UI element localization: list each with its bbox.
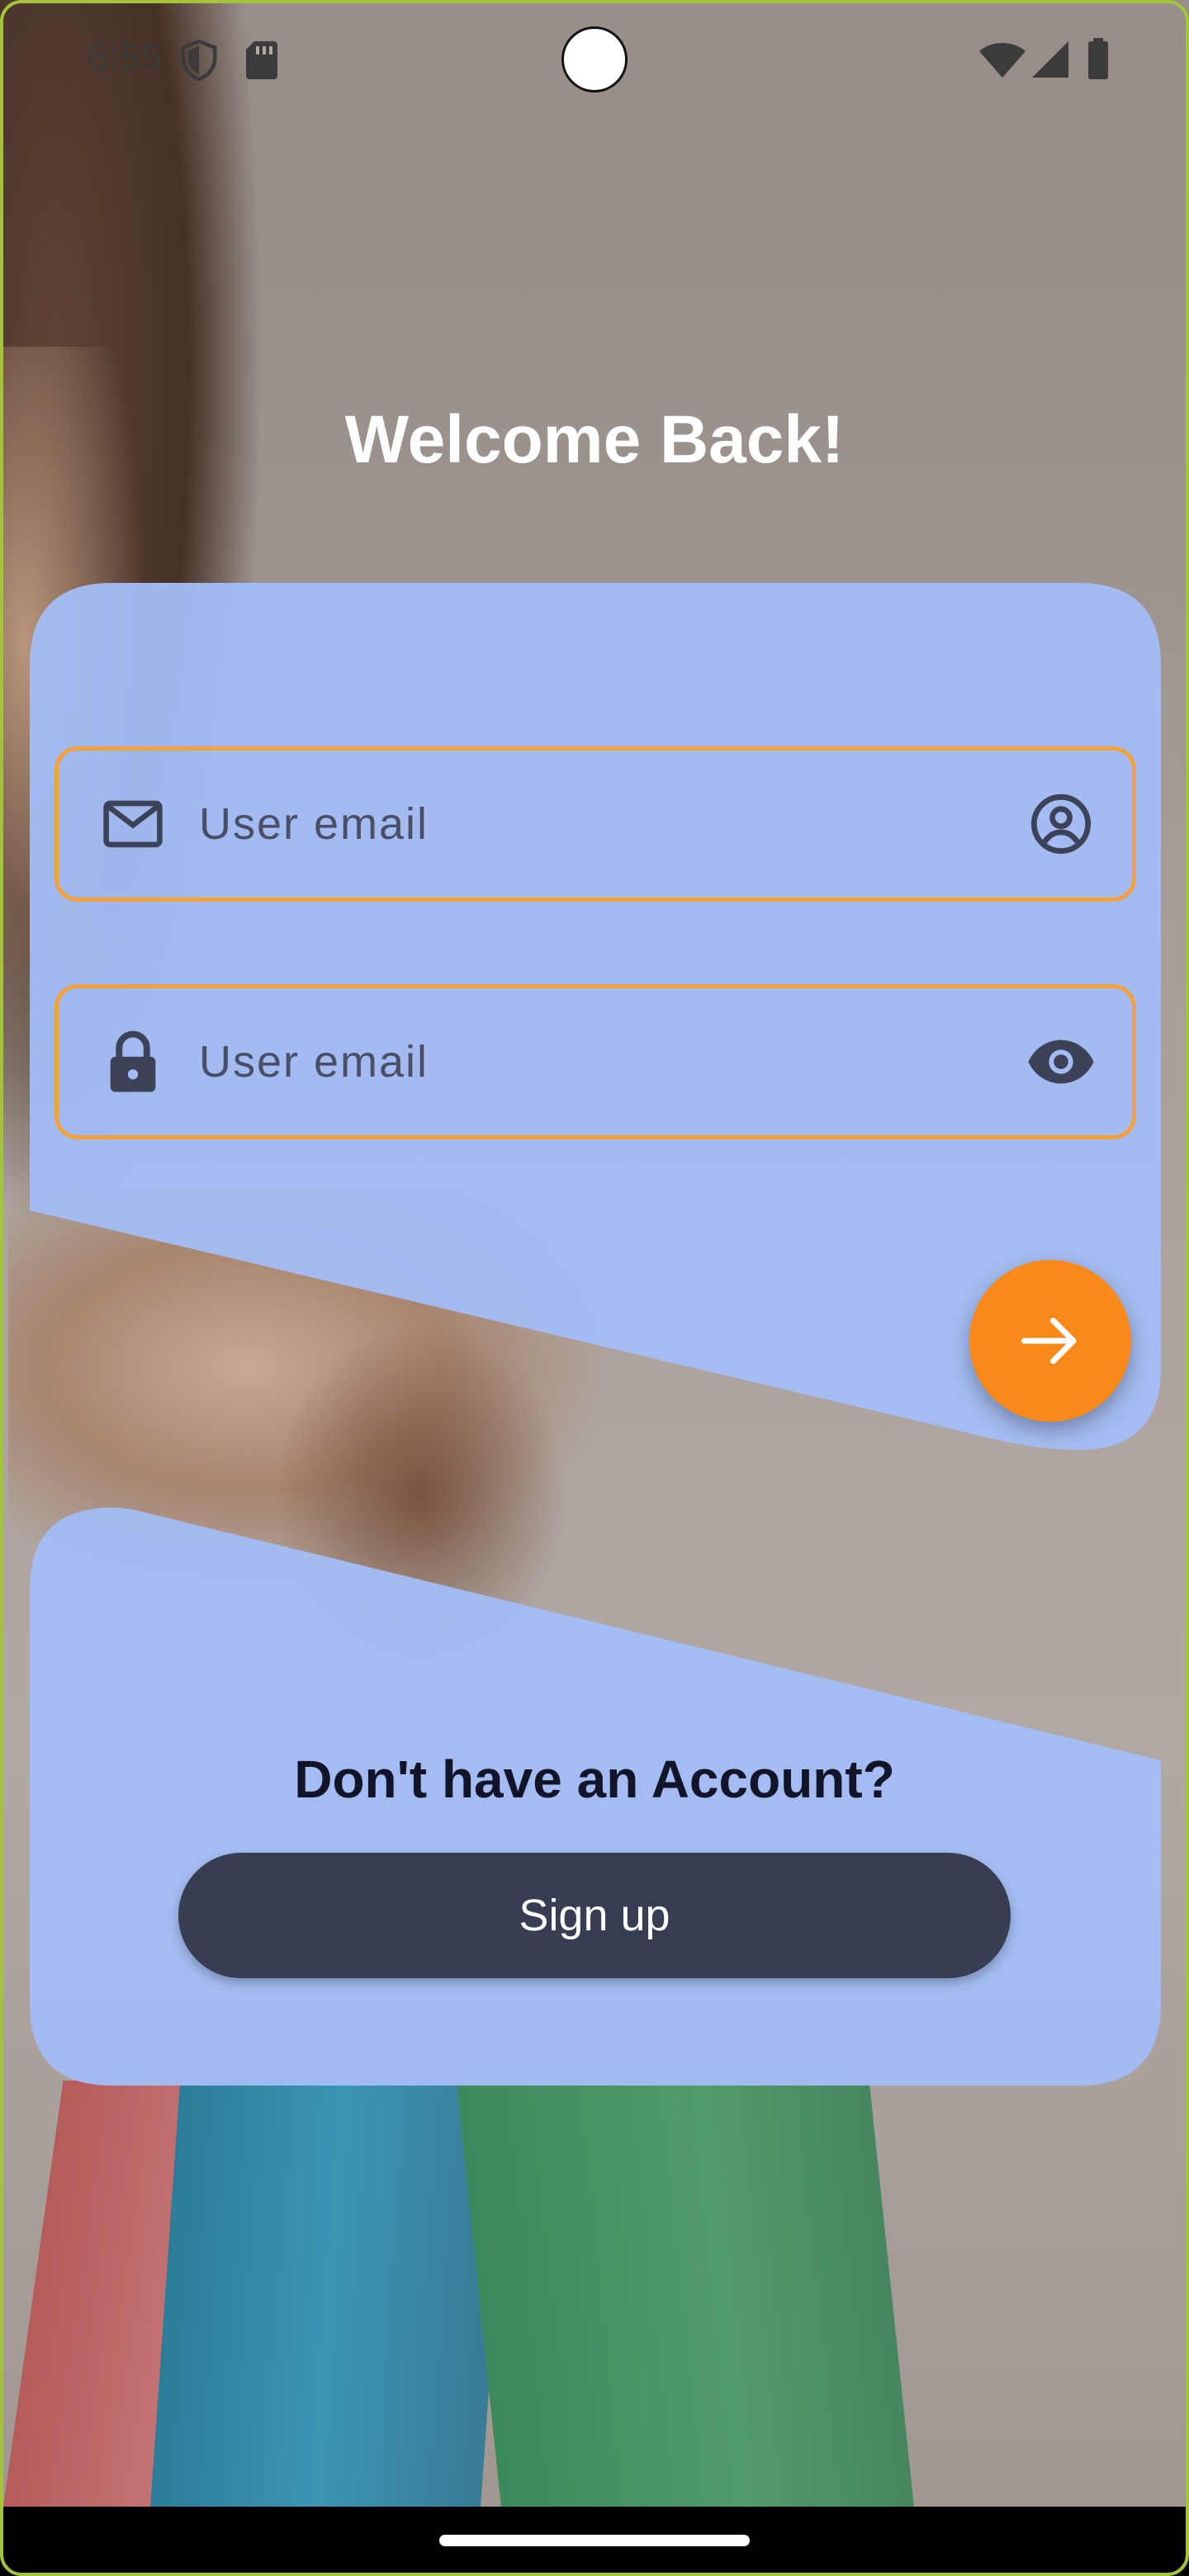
sd-card-icon	[246, 41, 277, 79]
home-indicator[interactable]	[439, 2535, 750, 2546]
page-title: Welcome Back!	[344, 402, 845, 477]
password-visibility-toggle[interactable]	[1020, 1039, 1102, 1085]
status-time: 6:55	[88, 36, 162, 78]
signup-button[interactable]: Sign up	[178, 1853, 1011, 1978]
status-bar: 6:55	[0, 0, 1189, 116]
email-field-trailing	[1020, 793, 1102, 855]
signal-icon	[1032, 41, 1068, 78]
wifi-icon	[979, 43, 1026, 78]
password-field[interactable]: User email	[54, 984, 1136, 1139]
mail-icon	[103, 800, 163, 848]
account-circle-icon	[1030, 793, 1092, 855]
signup-prompt: Don't have an Account?	[294, 1750, 895, 1809]
signup-button-label: Sign up	[519, 1891, 670, 1940]
login-submit-button[interactable]	[969, 1260, 1131, 1422]
battery-icon	[1088, 38, 1108, 79]
lock-icon	[110, 1030, 156, 1092]
email-field[interactable]: User email	[54, 746, 1136, 902]
shield-icon	[181, 40, 217, 81]
email-input[interactable]: User email	[199, 798, 1020, 850]
arrow-right-icon	[1021, 1318, 1077, 1364]
email-field-leading	[92, 800, 174, 848]
password-field-leading	[92, 1030, 174, 1093]
visibility-eye-icon[interactable]	[1027, 1039, 1095, 1085]
front-camera	[561, 26, 628, 92]
password-input[interactable]: User email	[199, 1036, 1020, 1087]
